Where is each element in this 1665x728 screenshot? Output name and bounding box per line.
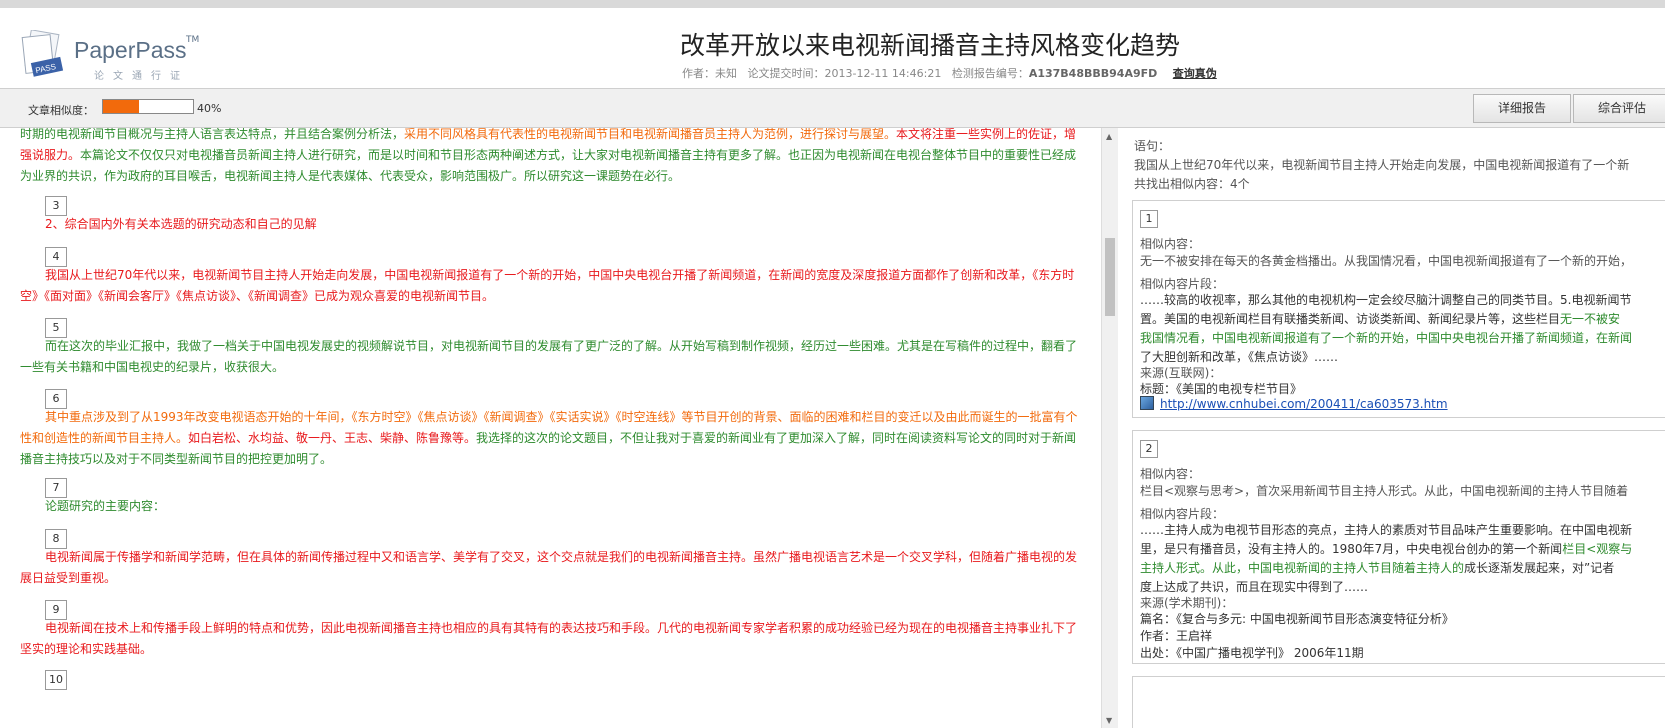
document-title: 改革开放以来电视新闻播音主持风格变化趋势 — [680, 31, 1181, 60]
meta-author: 作者：未知 — [682, 67, 737, 80]
similar-content-label: 相似内容： — [1140, 237, 1201, 251]
paragraph-5: 而在这次的毕业汇报中，我做了一档关于中国电视发展史的视频解说节目，对电视新闻节目… — [20, 339, 1078, 374]
similar-result-card-3 — [1132, 676, 1665, 728]
similarity-progress — [102, 99, 194, 114]
fragment-match: 主持人形式。从此，中国电视新闻的主持人节目随着主持人的 — [1140, 561, 1465, 575]
paragraph-9: 电视新闻在技术上和传播手段上鲜明的特点和优势，因此电视新闻播音主持也相应的具有其… — [20, 621, 1078, 656]
similar-fragment: ……主持人成为电视节目形态的亮点，主持人的素质对节目品味产生重要影响。在中国电视… — [1140, 521, 1660, 597]
top-strip — [0, 0, 1665, 8]
fragment-text: 成长逐渐发展起来，对”记者 — [1464, 561, 1615, 575]
paper-stack-icon: PASS — [21, 30, 64, 77]
paragraph-number-9[interactable]: 9 — [45, 600, 67, 620]
similar-content: 栏目<观察与思考>，首次采用新闻节目主持人形式。从此，中国电视新闻的主持人节目随… — [1140, 484, 1629, 498]
similar-fragment-label: 相似内容片段： — [1140, 507, 1225, 521]
fragment-match: 中国中央电视台开播了新闻频道，在新闻 — [1416, 331, 1633, 345]
document-scrollbar[interactable]: ▲ ▼ — [1101, 128, 1118, 728]
similarity-progress-fill — [103, 100, 139, 113]
report-header: PASS PaperPass TM 论文通行证 改革开放以来电视新闻播音主持风格… — [0, 8, 1665, 89]
similarity-detail-panel: 语句： 我国从上世纪70年代以来，电视新闻节目主持人开始走向发展，中国电视新闻报… — [1130, 128, 1665, 728]
similar-result-card-2: 2 相似内容： 栏目<观察与思考>，首次采用新闻节目主持人形式。从此，中国电视新… — [1132, 430, 1665, 664]
source-link-row: http://www.cnhubei.com/200411/ca603573.h… — [1140, 396, 1448, 411]
scrollbar-thumb[interactable] — [1105, 238, 1115, 316]
paragraph-number-10[interactable]: 10 — [45, 670, 67, 690]
paragraph-2-continued: 时期的电视新闻节目概况与主持人语言表达特点，并且结合案例分析法，采用不同风格具有… — [20, 128, 1080, 187]
similar-content-label: 相似内容： — [1140, 467, 1201, 481]
similarity-percent: 40% — [197, 102, 222, 115]
result-number: 2 — [1140, 440, 1158, 458]
fragment-line: 我国情况看，中国电视新闻报道有了一个新的开始，中国中央电视台开播了新闻频道，在新… — [1140, 329, 1660, 348]
source-title: 标题：《美国的电视专栏节目》 — [1140, 382, 1303, 396]
text-segment: 本篇论文不仅仅只对电视播音员新闻主持人进行研究，而是以时间和节目形态两种阐述方式… — [20, 148, 1077, 183]
source-label: 来源(互联网)： — [1140, 366, 1222, 380]
detail-report-button[interactable]: 详细报告 — [1473, 94, 1571, 123]
fragment-text: 里，是只有播音员，没有主持人的。1980年7月，中央电视台创办的第一个新闻 — [1140, 542, 1563, 556]
text-segment: 采用不同风格具有代表性的电视新闻节目和电视新闻播音员主持人为范例，进行探讨与展望… — [404, 128, 897, 141]
selected-sentence: 我国从上世纪70年代以来，电视新闻节目主持人开始走向发展，中国电视新闻报道有了一… — [1134, 158, 1630, 172]
fragment-line: ……主持人成为电视节目形态的亮点，主持人的素质对节目品味产生重要影响。在中国电视… — [1140, 523, 1633, 537]
meta-report-id: A137B48BBB94A9FD — [1028, 67, 1158, 80]
fragment-line: 主持人形式。从此，中国电视新闻的主持人节目随着主持人的成长逐渐发展起来，对”记者 — [1140, 559, 1660, 578]
similar-fragment: ……较高的收视率，那么其他的电视机构一定会绞尽脑汁调整自己的同类节目。5.电视新… — [1140, 291, 1660, 367]
brand-name: PaperPass — [74, 37, 187, 63]
paragraph-3: 2、综合国内外有关本选题的研究动态和自己的见解 — [45, 217, 317, 231]
brand-tagline: 论文通行证 — [94, 71, 189, 82]
scroll-down-arrow-icon[interactable]: ▼ — [1106, 716, 1112, 725]
fragment-line: 置。美国的电视新闻栏目有联播类新闻、访谈类新闻、新闻纪录片等，这些栏目无一不被安 — [1140, 310, 1660, 329]
paragraph-7: 论题研究的主要内容： — [45, 499, 166, 513]
similar-result-card-1: 1 相似内容： 无一不被安排在每天的各黄金档播出。从我国情况看，中国电视新闻报道… — [1132, 200, 1665, 418]
web-link-icon — [1140, 396, 1154, 410]
meta-submit-time: 论文提交时间：2013-12-11 14:46:21 — [747, 67, 942, 80]
fragment-match: 我国情况看，中国电视新闻报道有了一个新的开始， — [1140, 331, 1417, 345]
paragraph-number-5[interactable]: 5 — [45, 318, 67, 338]
meta-report-id-label: 检测报告编号： — [951, 67, 1029, 80]
paragraph-number-4[interactable]: 4 — [45, 247, 67, 267]
paragraph-8: 电视新闻属于传播学和新闻学范畴，但在具体的新闻传播过程中又和语言学、美学有了交叉… — [20, 550, 1078, 585]
source-title: 篇名：《复合与多元: 中国电视新闻节目形态演变特征分析》 — [1140, 612, 1454, 626]
overall-assessment-button[interactable]: 综合评估 — [1573, 94, 1665, 123]
similarity-label: 文章相似度： — [28, 104, 94, 117]
paragraph-number-3[interactable]: 3 — [45, 196, 67, 216]
document-text-panel: 时期的电视新闻节目概况与主持人语言表达特点，并且结合案例分析法，采用不同风格具有… — [0, 128, 1100, 728]
trademark: TM — [186, 35, 200, 45]
paragraph-number-7[interactable]: 7 — [45, 478, 67, 498]
fragment-line: 里，是只有播音员，没有主持人的。1980年7月，中央电视台创办的第一个新闻栏目<… — [1140, 540, 1660, 559]
fragment-match: 无一不被安 — [1560, 312, 1621, 326]
text-segment: 如白岩松、水均益、敬一丹、王志、柴静、陈鲁豫等。 — [188, 431, 477, 445]
similar-content: 无一不被安排在每天的各黄金档播出。从我国情况看，中国电视新闻报道有了一个新的开始… — [1140, 254, 1633, 268]
source-author: 作者：王启祥 — [1140, 629, 1213, 643]
text-segment: 时期的电视新闻节目概况与主持人语言表达特点，并且结合案例分析法， — [20, 128, 405, 141]
source-publication: 出处：《中国广播电视学刊》 2006年11期 — [1140, 646, 1364, 660]
source-url[interactable]: http://www.cnhubei.com/200411/ca603573.h… — [1160, 397, 1448, 411]
paragraph-6: 其中重点涉及到了从1993年改变电视语态开始的十年间，《东方时空》《焦点访谈》《… — [20, 407, 1080, 470]
scroll-up-arrow-icon[interactable]: ▲ — [1106, 132, 1112, 141]
sentence-label: 语句： — [1134, 139, 1171, 153]
fragment-text: 置。美国的电视新闻栏目有联播类新闻、访谈类新闻、新闻纪录片等，这些栏目 — [1140, 312, 1561, 326]
fragment-match: 栏目<观察与 — [1562, 542, 1633, 556]
fragment-line: ……较高的收视率，那么其他的电视机构一定会绞尽脑汁调整自己的同类节目。5.电视新… — [1140, 293, 1632, 307]
found-count: 共找出相似内容：4个 — [1134, 177, 1250, 191]
result-number: 1 — [1140, 210, 1158, 228]
panel-divider — [1118, 128, 1128, 728]
verify-link[interactable]: 查询真伪 — [1173, 67, 1217, 80]
similarity-bar: 文章相似度： 40% 详细报告 综合评估 — [0, 89, 1665, 128]
source-label: 来源(学术期刊)： — [1140, 596, 1234, 610]
document-meta: 作者：未知 论文提交时间：2013-12-11 14:46:21 检测报告编号：… — [682, 65, 1217, 81]
paragraph-4: 我国从上世纪70年代以来，电视新闻节目主持人开始走向发展，中国电视新闻报道有了一… — [20, 268, 1075, 303]
paragraph-number-6[interactable]: 6 — [45, 389, 67, 409]
paperpass-logo: PASS PaperPass TM 论文通行证 — [18, 22, 218, 82]
paragraph-number-8[interactable]: 8 — [45, 529, 67, 549]
similar-fragment-label: 相似内容片段： — [1140, 277, 1225, 291]
